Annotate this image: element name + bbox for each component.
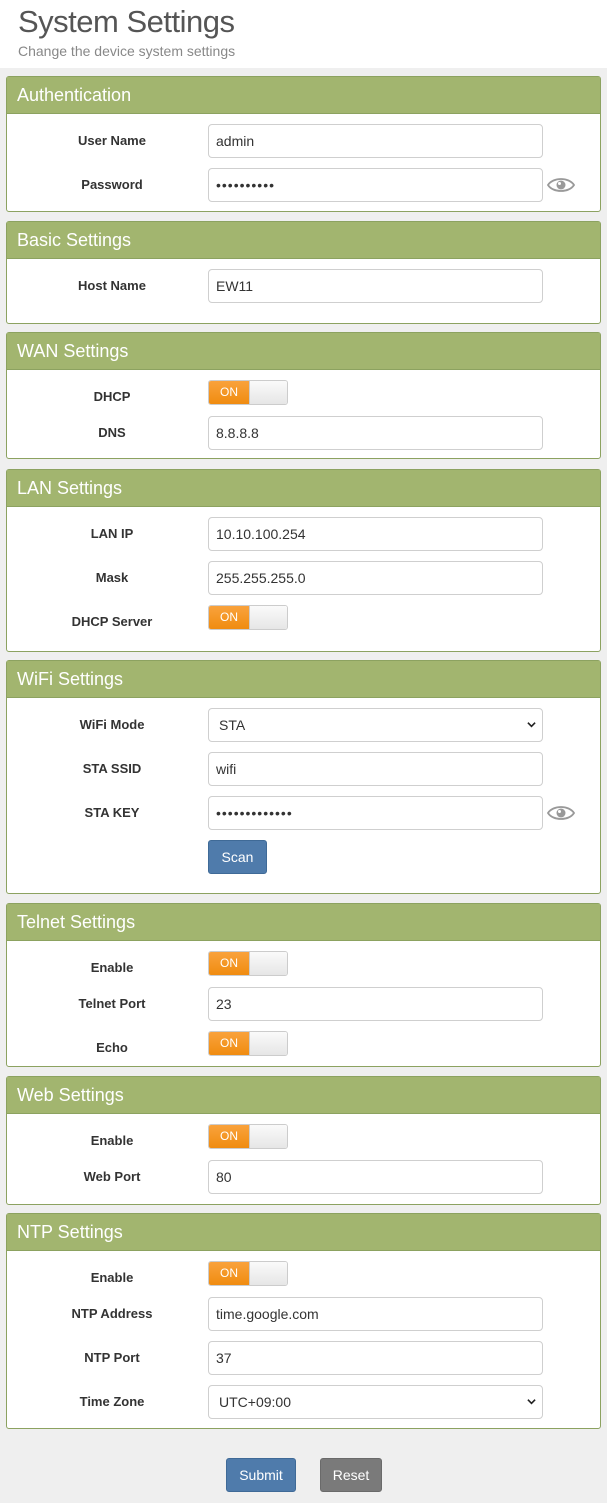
sta-key-label: STA KEY	[84, 805, 140, 820]
dhcp-label: DHCP	[93, 389, 131, 404]
toggle-knob	[249, 1262, 287, 1285]
time-zone-select[interactable]: UTC+09:00	[208, 1385, 543, 1419]
mask-input[interactable]: 255.255.255.0	[208, 561, 543, 595]
telnet-port-label: Telnet Port	[78, 996, 146, 1011]
panel-title: WiFi Settings	[7, 661, 600, 698]
dns-label: DNS	[98, 425, 126, 440]
toggle-on-label: ON	[209, 1032, 249, 1055]
chevron-down-icon	[527, 722, 536, 728]
web-port-input[interactable]: 80	[208, 1160, 543, 1194]
ntp-port-input[interactable]: 37	[208, 1341, 543, 1375]
toggle-on-label: ON	[209, 1125, 249, 1148]
sta-key-input[interactable]: •••••••••••••	[208, 796, 543, 830]
authentication-panel: Authentication User Name admin Password …	[6, 76, 601, 212]
toggle-on-label: ON	[209, 606, 249, 629]
show-password-icon[interactable]	[547, 176, 575, 194]
password-input[interactable]: ••••••••••	[208, 168, 543, 202]
sta-ssid-input[interactable]: wifi	[208, 752, 543, 786]
panel-title: Basic Settings	[7, 222, 600, 259]
wifi-mode-label: WiFi Mode	[79, 717, 145, 732]
wan-settings-panel: WAN Settings DHCP ON DNS 8.8.8.8	[6, 332, 601, 459]
reset-button[interactable]: Reset	[320, 1458, 382, 1492]
page-title: System Settings	[18, 4, 235, 39]
time-zone-value: UTC+09:00	[219, 1394, 291, 1410]
username-label: User Name	[78, 133, 146, 148]
wifi-mode-value: STA	[219, 717, 246, 733]
panel-title: WAN Settings	[7, 333, 600, 370]
telnet-settings-panel: Telnet Settings Enable ON Telnet Port 23…	[6, 903, 601, 1067]
toggle-knob	[249, 606, 287, 629]
toggle-knob	[249, 1032, 287, 1055]
password-label: Password	[81, 177, 143, 192]
hostname-label: Host Name	[78, 278, 146, 293]
submit-button[interactable]: Submit	[226, 1458, 296, 1492]
wifi-mode-select[interactable]: STA	[208, 708, 543, 742]
web-enable-label: Enable	[90, 1133, 134, 1148]
echo-label: Echo	[96, 1040, 128, 1055]
time-zone-label: Time Zone	[79, 1394, 145, 1409]
web-enable-toggle[interactable]: ON	[208, 1124, 288, 1149]
telnet-port-input[interactable]: 23	[208, 987, 543, 1021]
dns-input[interactable]: 8.8.8.8	[208, 416, 543, 450]
lan-ip-input[interactable]: 10.10.100.254	[208, 517, 543, 551]
dhcp-toggle[interactable]: ON	[208, 380, 288, 405]
ntp-enable-toggle[interactable]: ON	[208, 1261, 288, 1286]
panel-title: Authentication	[7, 77, 600, 114]
chevron-down-icon	[527, 1399, 536, 1405]
telnet-enable-label: Enable	[90, 960, 134, 975]
sta-ssid-label: STA SSID	[82, 761, 142, 776]
toggle-knob	[249, 381, 287, 404]
ntp-address-input[interactable]: time.google.com	[208, 1297, 543, 1331]
wifi-settings-panel: WiFi Settings WiFi Mode STA STA SSID wif…	[6, 660, 601, 894]
toggle-knob	[249, 1125, 287, 1148]
hostname-input[interactable]: EW11	[208, 269, 543, 303]
telnet-enable-toggle[interactable]: ON	[208, 951, 288, 976]
echo-toggle[interactable]: ON	[208, 1031, 288, 1056]
dhcp-server-toggle[interactable]: ON	[208, 605, 288, 630]
lan-ip-label: LAN IP	[90, 526, 134, 541]
web-settings-panel: Web Settings Enable ON Web Port 80	[6, 1076, 601, 1205]
panel-title: LAN Settings	[7, 470, 600, 507]
scan-button[interactable]: Scan	[208, 840, 267, 874]
basic-settings-panel: Basic Settings Host Name EW11	[6, 221, 601, 324]
toggle-on-label: ON	[209, 952, 249, 975]
username-input[interactable]: admin	[208, 124, 543, 158]
panel-title: Web Settings	[7, 1077, 600, 1114]
ntp-enable-label: Enable	[90, 1270, 134, 1285]
toggle-on-label: ON	[209, 1262, 249, 1285]
show-key-icon[interactable]	[547, 804, 575, 822]
toggle-on-label: ON	[209, 381, 249, 404]
web-port-label: Web Port	[83, 1169, 141, 1184]
lan-settings-panel: LAN Settings LAN IP 10.10.100.254 Mask 2…	[6, 469, 601, 652]
panel-title: Telnet Settings	[7, 904, 600, 941]
ntp-settings-panel: NTP Settings Enable ON NTP Address time.…	[6, 1213, 601, 1429]
dhcp-server-label: DHCP Server	[71, 614, 153, 629]
panel-title: NTP Settings	[7, 1214, 600, 1251]
mask-label: Mask	[95, 570, 129, 585]
ntp-port-label: NTP Port	[84, 1350, 140, 1365]
page-header: System Settings Change the device system…	[0, 0, 607, 68]
page-subtitle: Change the device system settings	[18, 43, 236, 59]
ntp-address-label: NTP Address	[71, 1306, 153, 1321]
toggle-knob	[249, 952, 287, 975]
